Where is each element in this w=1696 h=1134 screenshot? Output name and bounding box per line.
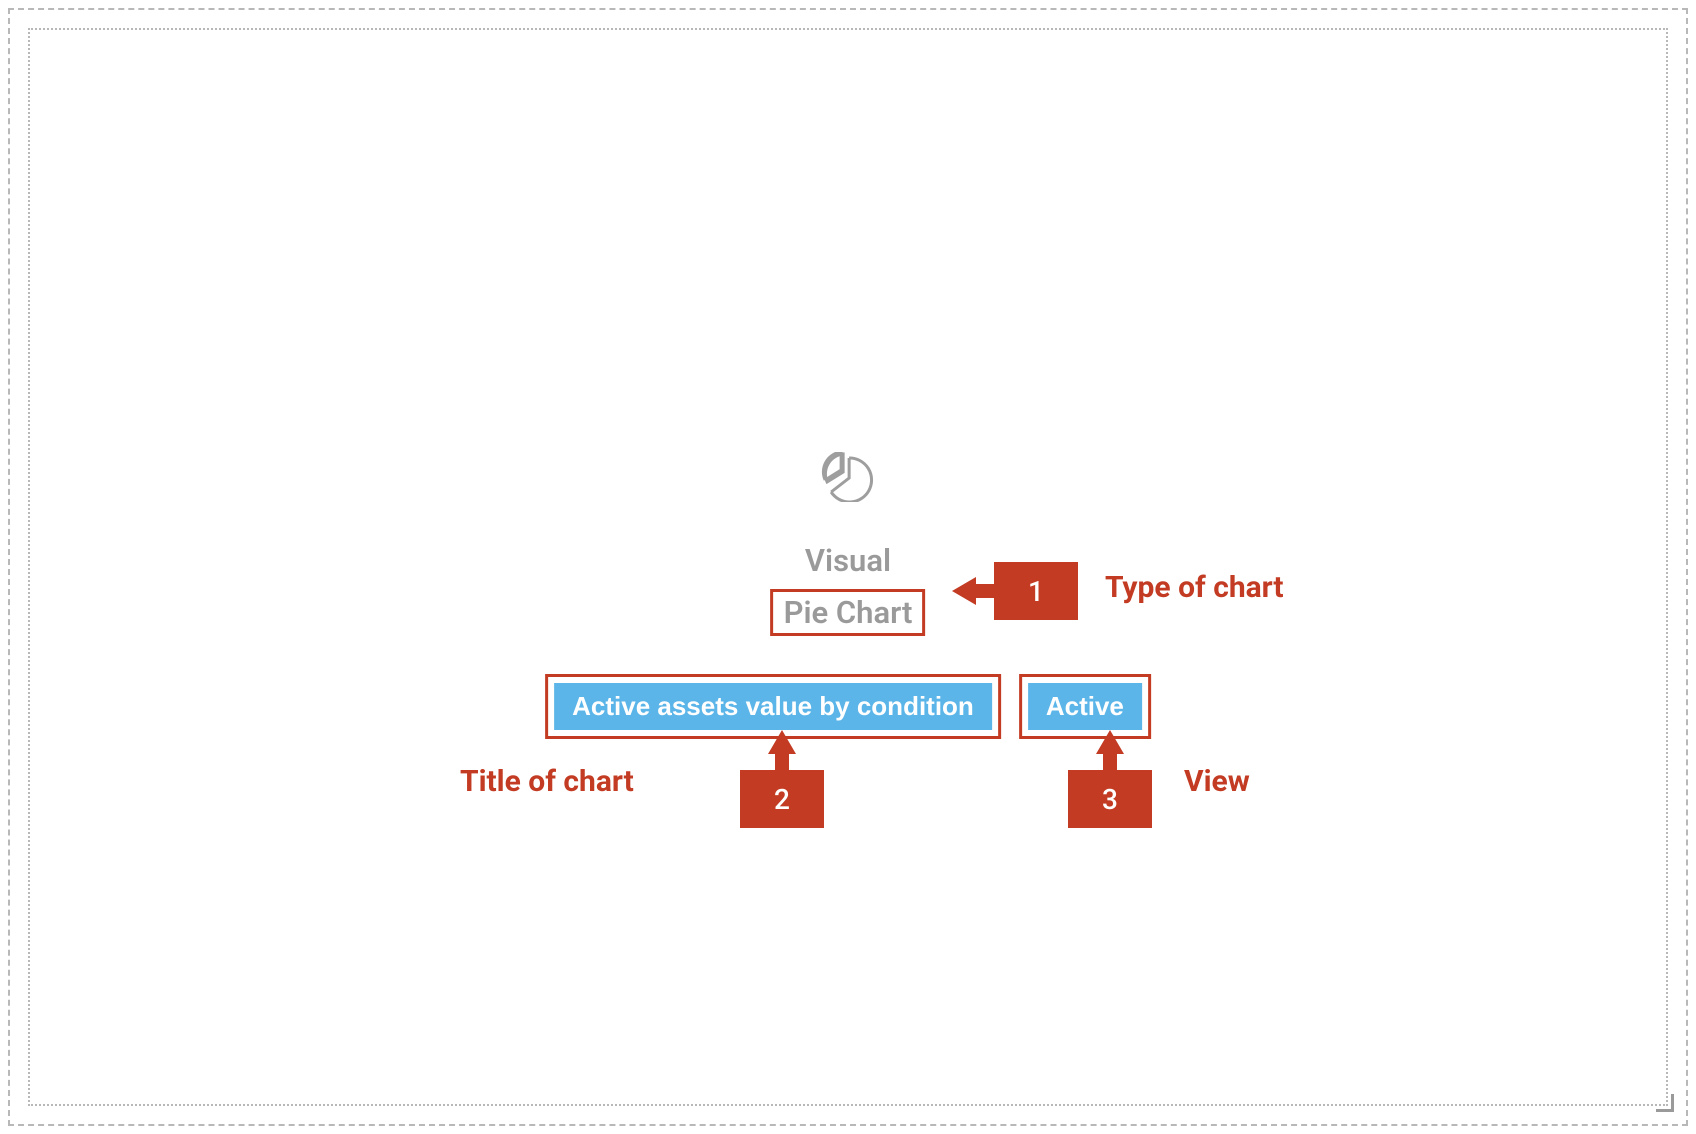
- callout-number-1: 1: [994, 562, 1078, 620]
- arrow-left-icon: [952, 577, 976, 605]
- callout-label-1: Type of chart: [1105, 570, 1284, 605]
- annotation-callout-3: 3: [1068, 730, 1152, 828]
- visual-section-label: Visual: [805, 542, 891, 579]
- arrow-stem: [775, 754, 789, 770]
- visual-canvas: Visual Pie Chart Active assets value by …: [30, 30, 1666, 1104]
- callout-number-3: 3: [1068, 770, 1152, 828]
- chart-type-selector[interactable]: Pie Chart: [784, 594, 913, 631]
- chart-config-row: Active assets value by condition Active: [545, 674, 1151, 739]
- callout-number-2: 2: [740, 770, 824, 828]
- annotation-callout-2: 2: [740, 730, 824, 828]
- chart-view-selector[interactable]: Active: [1028, 683, 1142, 730]
- callout-label-2: Title of chart: [460, 764, 634, 799]
- arrow-up-icon: [768, 730, 796, 754]
- callout-label-3: View: [1184, 764, 1250, 799]
- chart-title-input[interactable]: Active assets value by condition: [554, 683, 992, 730]
- pie-chart-icon: [821, 452, 875, 506]
- arrow-stem: [976, 584, 994, 598]
- annotation-callout-1: 1: [952, 562, 1078, 620]
- arrow-up-icon: [1096, 730, 1124, 754]
- arrow-stem: [1103, 754, 1117, 770]
- chart-type-highlight: Pie Chart: [771, 589, 926, 636]
